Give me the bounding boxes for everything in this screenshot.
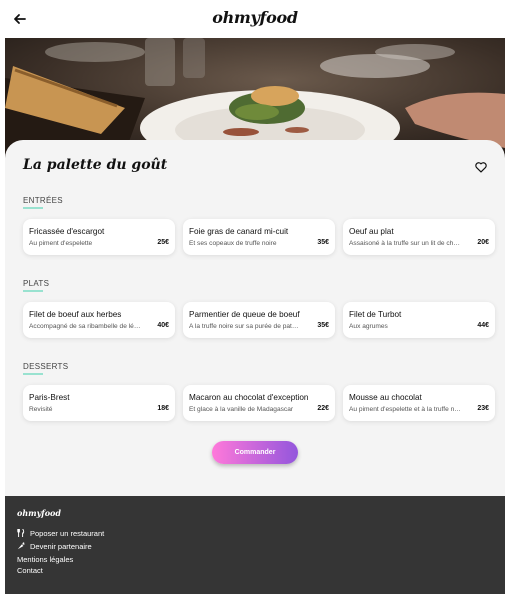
dish-price: 22€ bbox=[317, 405, 329, 412]
dish-card[interactable]: Paris-Brest Revisité 18€ bbox=[23, 385, 175, 421]
dish-description: Revisité bbox=[29, 406, 53, 413]
dish-card[interactable]: Fricassée d'escargot Au piment d'espelet… bbox=[23, 219, 175, 255]
dish-name: Paris-Brest bbox=[29, 393, 70, 402]
section-title-entrees: ENTRÉES bbox=[23, 196, 63, 205]
footer-link-propose-restaurant[interactable]: Poposer un restaurant bbox=[17, 528, 105, 538]
dish-description: Aux agrumes bbox=[349, 323, 388, 330]
brand-logo[interactable]: ohmyfood bbox=[5, 8, 505, 27]
dish-card[interactable]: Parmentier de queue de boeuf A la truffe… bbox=[183, 302, 335, 338]
dish-card[interactable]: Oeuf au plat Assaisoné à la truffe sur u… bbox=[343, 219, 495, 255]
dish-price: 23€ bbox=[477, 405, 489, 412]
section-underline bbox=[23, 207, 43, 209]
dish-name: Macaron au chocolat d'exception bbox=[189, 393, 309, 402]
dish-card[interactable]: Macaron au chocolat d'exception Et glace… bbox=[183, 385, 335, 421]
dish-description: Et ses copeaux de truffe noire bbox=[189, 240, 277, 247]
section-underline bbox=[23, 373, 43, 375]
dish-card[interactable]: Mousse au chocolat Au piment d'espelette… bbox=[343, 385, 495, 421]
section-title-plats: PLATS bbox=[23, 279, 50, 288]
dish-price: 40€ bbox=[157, 322, 169, 329]
dish-name: Fricassée d'escargot bbox=[29, 227, 105, 236]
dish-card[interactable]: Filet de boeuf aux herbes Accompagné de … bbox=[23, 302, 175, 338]
footer-link-become-partner[interactable]: Devenir partenaire bbox=[17, 542, 92, 551]
app-frame: ohmyfood La palette du goût ENTRÉES Fric… bbox=[5, 0, 505, 594]
dish-price: 35€ bbox=[317, 322, 329, 329]
footer-link-legal[interactable]: Mentions légales bbox=[17, 555, 73, 564]
dish-price: 20€ bbox=[477, 239, 489, 246]
dish-card[interactable]: Filet de Turbot Aux agrumes 44€ bbox=[343, 302, 495, 338]
utensils-icon bbox=[17, 528, 25, 537]
dish-description: A la truffe noire sur sa purée de patate… bbox=[189, 323, 302, 330]
footer-link-contact[interactable]: Contact bbox=[17, 566, 43, 575]
dish-card[interactable]: Foie gras de canard mi-cuit Et ses copea… bbox=[183, 219, 335, 255]
footer-link-label: Poposer un restaurant bbox=[30, 529, 105, 538]
dish-name: Parmentier de queue de boeuf bbox=[189, 310, 300, 319]
dish-name: Filet de boeuf aux herbes bbox=[29, 310, 122, 319]
footer-link-label: Contact bbox=[17, 566, 43, 575]
dish-name: Mousse au chocolat bbox=[349, 393, 422, 402]
dish-price: 35€ bbox=[317, 239, 329, 246]
dish-name: Filet de Turbot bbox=[349, 310, 402, 319]
dish-description: Accompagné de sa ribambelle de légumes bbox=[29, 323, 142, 330]
footer: ohmyfood Poposer un restaurant Devenir p… bbox=[5, 496, 505, 594]
dish-description: Au piment d'espelette et à la truffe noi… bbox=[349, 406, 462, 413]
heart-outline-icon[interactable] bbox=[474, 160, 488, 174]
restaurant-title: La palette du goût bbox=[23, 157, 168, 173]
dish-price: 18€ bbox=[157, 405, 169, 412]
top-bar: ohmyfood bbox=[5, 0, 505, 38]
dish-price: 44€ bbox=[477, 322, 489, 329]
footer-link-label: Mentions légales bbox=[17, 555, 74, 564]
dish-name: Foie gras de canard mi-cuit bbox=[189, 227, 289, 236]
section-underline bbox=[23, 290, 43, 292]
carrot-icon bbox=[17, 542, 25, 550]
dish-name: Oeuf au plat bbox=[349, 227, 394, 236]
section-title-desserts: DESSERTS bbox=[23, 362, 69, 371]
restaurant-menu-card: La palette du goût ENTRÉES Fricassée d'e… bbox=[5, 140, 505, 496]
dish-price: 25€ bbox=[157, 239, 169, 246]
dish-description: Au piment d'espelette bbox=[29, 240, 93, 247]
footer-brand-logo[interactable]: ohmyfood bbox=[17, 508, 61, 518]
order-button[interactable]: Commander bbox=[212, 441, 298, 464]
footer-link-label: Devenir partenaire bbox=[30, 542, 92, 551]
dish-description: Assaisoné à la truffe sur un lit de cham… bbox=[349, 240, 462, 247]
dish-description: Et glace à la vanille de Madagascar bbox=[189, 406, 294, 413]
